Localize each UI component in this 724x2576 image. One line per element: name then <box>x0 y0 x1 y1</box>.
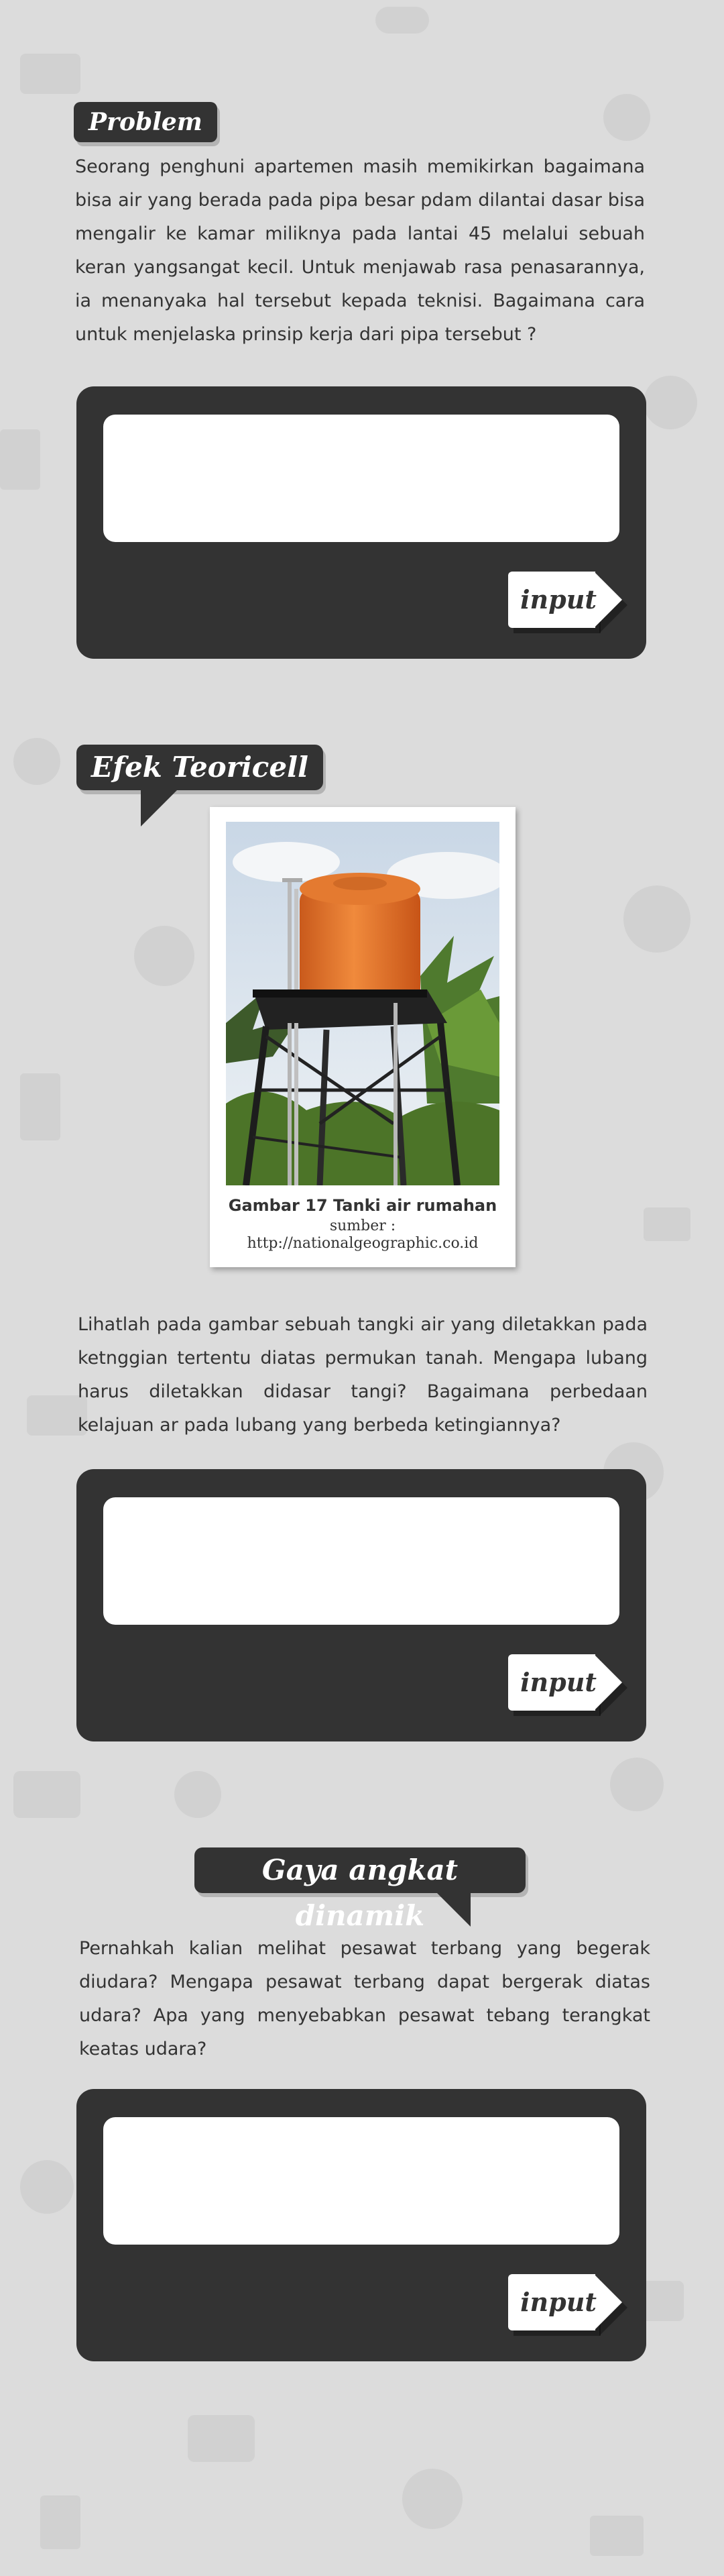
input-button-label: input <box>520 2287 597 2317</box>
figure-card: Gambar 17 Tanki air rumahan sumber : htt… <box>210 807 516 1267</box>
section-tag-gaya-angkat-dinamik: Gaya angkat dinamik <box>194 1847 526 1932</box>
figure-source-url: http://nationalgeographic.co.id <box>247 1235 479 1252</box>
speech-tail <box>436 1892 471 1927</box>
section-tag-efek-teoricell: Efek Teoricell <box>76 745 323 790</box>
input-button-label: input <box>520 584 597 614</box>
input-button-3[interactable]: input <box>508 2274 627 2336</box>
answer-input-3[interactable] <box>103 2117 619 2245</box>
figure-source-label: sumber : <box>329 1218 396 1234</box>
input-button-1[interactable]: input <box>508 572 627 633</box>
problem-text: Seorang penghuni apartemen masih memikir… <box>75 156 645 345</box>
input-button-2[interactable]: input <box>508 1654 627 1716</box>
speech-tail <box>141 789 178 826</box>
answer-panel-1: input <box>76 386 646 659</box>
answer-panel-2: input <box>76 1469 646 1741</box>
lift-question-text: Pernahkah kalian melihat pesawat terbang… <box>79 1938 650 2059</box>
input-button-label: input <box>520 1667 597 1697</box>
answer-panel-3: input <box>76 2089 646 2361</box>
figure-caption: Gambar 17 Tanki air rumahan <box>228 1196 497 1215</box>
water-tank-photo <box>226 822 499 1185</box>
answer-input-2[interactable] <box>103 1497 619 1625</box>
section-tag-problem: Problem <box>74 102 217 142</box>
tank-question-text: Lihatlah pada gambar sebuah tangki air y… <box>78 1314 648 1436</box>
answer-input-1[interactable] <box>103 415 619 542</box>
